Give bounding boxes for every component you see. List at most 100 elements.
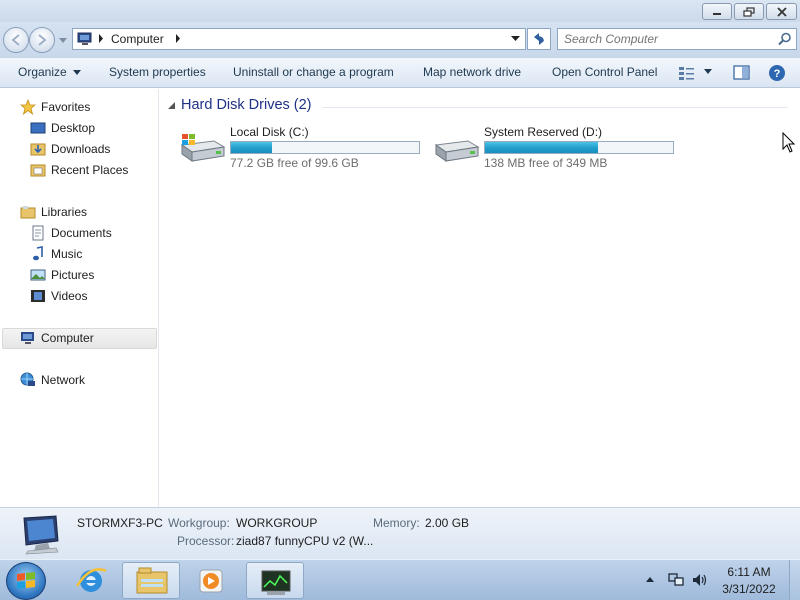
search-box[interactable] bbox=[557, 28, 797, 50]
taskbar-internet-explorer[interactable] bbox=[62, 562, 120, 599]
open-control-panel-button[interactable]: Open Control Panel bbox=[552, 65, 657, 79]
network-globe-icon bbox=[20, 372, 35, 386]
help-icon[interactable]: ? bbox=[768, 64, 786, 82]
windows-logo-icon bbox=[17, 572, 35, 589]
workgroup-label: Workgroup: bbox=[168, 516, 230, 530]
processor-value: ziad87 funnyCPU v2 (W... bbox=[236, 534, 374, 548]
breadcrumb-arrow-icon[interactable] bbox=[98, 34, 104, 43]
memory-value: 2.00 GB bbox=[425, 516, 470, 530]
drive-free-space: 138 MB free of 349 MB bbox=[484, 156, 608, 170]
drive-name: System Reserved (D:) bbox=[484, 125, 603, 139]
drive-free-space: 77.2 GB free of 99.6 GB bbox=[230, 156, 359, 170]
nav-desktop-label: Desktop bbox=[51, 121, 96, 135]
volume-speaker-icon[interactable] bbox=[691, 572, 709, 588]
nav-libraries-label: Libraries bbox=[41, 205, 88, 219]
taskbar: 6:11 AM 3/31/2022 bbox=[0, 559, 800, 600]
command-bar: Organize System properties Uninstall or … bbox=[0, 58, 800, 88]
computer-monitor-icon bbox=[23, 515, 59, 555]
drive-usage-fill bbox=[485, 142, 598, 153]
search-input[interactable] bbox=[564, 32, 764, 46]
recent-pages-dropdown-icon[interactable] bbox=[58, 37, 68, 45]
drive-usage-bar bbox=[230, 141, 420, 154]
uninstall-program-button[interactable]: Uninstall or change a program bbox=[233, 65, 394, 79]
forward-button[interactable] bbox=[29, 27, 55, 53]
preview-pane-icon[interactable] bbox=[733, 65, 751, 81]
minimize-button[interactable] bbox=[702, 3, 732, 20]
organize-menu[interactable]: Organize bbox=[18, 65, 82, 79]
processor-label: Processor: bbox=[177, 534, 235, 548]
breadcrumb-arrow-icon[interactable] bbox=[175, 34, 181, 43]
clock-date[interactable]: 3/31/2022 bbox=[714, 582, 784, 596]
svg-text:?: ? bbox=[774, 68, 781, 80]
refresh-icon bbox=[534, 33, 544, 45]
address-dropdown-icon[interactable] bbox=[511, 36, 520, 42]
drive-usage-fill bbox=[231, 142, 273, 153]
refresh-button[interactable] bbox=[527, 28, 551, 50]
nav-music-label: Music bbox=[51, 247, 83, 261]
drive-icon bbox=[434, 140, 480, 162]
workgroup-value: WORKGROUP bbox=[236, 516, 318, 530]
close-icon bbox=[776, 7, 787, 17]
nav-documents-label: Documents bbox=[51, 226, 112, 240]
nav-favorites-label: Favorites bbox=[41, 100, 91, 114]
change-view-icon[interactable] bbox=[678, 65, 696, 81]
pictures-icon bbox=[30, 269, 46, 281]
restore-button[interactable] bbox=[734, 3, 764, 20]
show-desktop-button[interactable] bbox=[789, 560, 800, 600]
start-button[interactable] bbox=[6, 562, 46, 600]
drive-name: Local Disk (C:) bbox=[230, 125, 309, 139]
windows-drive-icon bbox=[180, 134, 226, 162]
window-title-bar bbox=[0, 0, 800, 22]
explorer-folder-icon bbox=[136, 567, 168, 594]
nav-network-label: Network bbox=[41, 373, 86, 387]
task-manager-icon bbox=[261, 570, 291, 595]
forward-arrow-icon bbox=[38, 34, 47, 46]
chevron-down-icon bbox=[73, 70, 82, 75]
nav-computer-label: Computer bbox=[41, 331, 94, 345]
close-button[interactable] bbox=[766, 3, 797, 20]
nav-recent-places-label: Recent Places bbox=[51, 163, 129, 177]
nav-videos-label: Videos bbox=[51, 289, 88, 303]
breadcrumb-computer[interactable]: Computer bbox=[111, 32, 164, 46]
drive-item[interactable]: System Reserved (D:) 138 MB free of 349 … bbox=[432, 125, 682, 173]
computer-icon bbox=[21, 332, 34, 344]
address-row: Computer bbox=[0, 22, 800, 58]
system-properties-button[interactable]: System properties bbox=[109, 65, 206, 79]
music-note-icon bbox=[33, 246, 43, 261]
drive-item[interactable]: Local Disk (C:) 77.2 GB free of 99.6 GB bbox=[178, 125, 428, 173]
memory-label: Memory: bbox=[373, 516, 420, 530]
internet-explorer-icon bbox=[75, 568, 107, 592]
map-network-drive-button[interactable]: Map network drive bbox=[423, 65, 521, 79]
media-player-icon bbox=[199, 569, 223, 593]
organize-label: Organize bbox=[18, 65, 67, 79]
taskbar-task-manager[interactable] bbox=[246, 562, 304, 599]
taskbar-windows-explorer[interactable] bbox=[122, 562, 180, 599]
file-list-area: Hard Disk Drives (2) Local Disk (C:) 77.… bbox=[160, 89, 800, 507]
libraries-icon bbox=[20, 206, 36, 219]
network-status-icon[interactable] bbox=[667, 572, 685, 588]
view-options-dropdown-icon[interactable] bbox=[704, 69, 713, 75]
computer-name: STORMXF3-PC bbox=[77, 516, 163, 530]
downloads-folder-icon bbox=[30, 143, 46, 156]
navigation-pane: Favorites Desktop Downloads Recent Place… bbox=[0, 89, 159, 507]
restore-icon bbox=[743, 7, 755, 17]
address-bar[interactable]: Computer bbox=[72, 28, 526, 50]
group-divider bbox=[322, 107, 788, 108]
back-arrow-icon bbox=[11, 34, 20, 46]
back-button[interactable] bbox=[3, 27, 29, 53]
minimize-icon bbox=[713, 13, 721, 15]
clock-time[interactable]: 6:11 AM bbox=[714, 565, 784, 579]
drive-usage-bar bbox=[484, 141, 674, 154]
details-pane: STORMXF3-PC Workgroup: WORKGROUP Memory:… bbox=[0, 507, 800, 559]
nav-downloads-label: Downloads bbox=[51, 142, 111, 156]
show-hidden-icons-arrow-icon[interactable] bbox=[645, 575, 655, 583]
search-icon[interactable] bbox=[778, 32, 792, 46]
computer-icon bbox=[77, 32, 92, 45]
star-icon bbox=[20, 99, 36, 115]
nav-pictures-label: Pictures bbox=[51, 268, 95, 282]
videos-film-icon bbox=[31, 290, 45, 302]
documents-icon bbox=[32, 225, 44, 241]
taskbar-media-player[interactable] bbox=[182, 562, 240, 599]
collapse-arrow-icon[interactable] bbox=[168, 102, 176, 110]
recent-places-icon bbox=[30, 164, 46, 177]
